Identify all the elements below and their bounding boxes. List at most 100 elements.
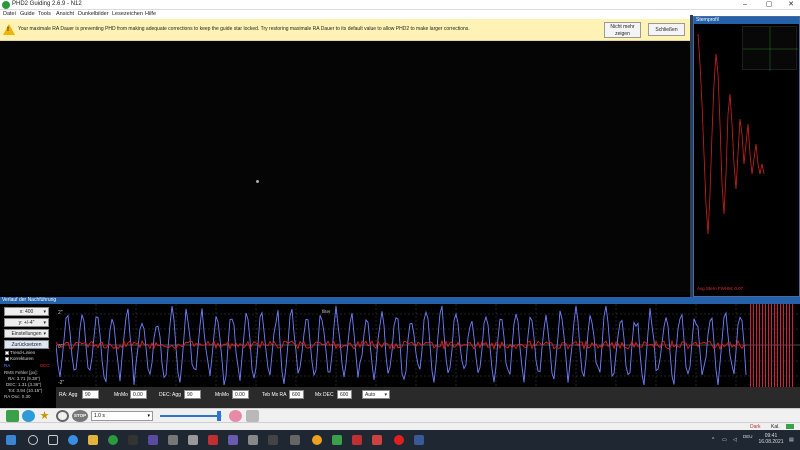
camera-view[interactable] xyxy=(0,41,690,295)
app-taskbar-icon-1[interactable] xyxy=(128,435,138,445)
app-taskbar-icon-6[interactable] xyxy=(228,435,238,445)
corrections-label: Korrekturen xyxy=(10,356,34,361)
dec-minmo-input[interactable]: 0.00 xyxy=(232,390,249,399)
reset-button[interactable]: Zurücksetzen xyxy=(4,340,49,349)
app-taskbar-icon-7[interactable] xyxy=(248,435,258,445)
tray-chevron-icon[interactable]: ^ xyxy=(712,437,714,443)
menu-bookmarks[interactable]: Lesezeichen xyxy=(112,11,143,17)
tray-volume-icon[interactable]: ◁ xyxy=(733,437,737,443)
guide-star[interactable] xyxy=(256,180,259,183)
ra-oscillation: RA Osc: 0.30 xyxy=(4,394,31,399)
y-scale-button[interactable]: y: +/-4" ▾ xyxy=(4,318,49,327)
menu-view[interactable]: Ansicht xyxy=(56,11,74,17)
app-taskbar-icon-12[interactable] xyxy=(352,435,362,445)
maximize-button[interactable]: ▢ xyxy=(758,0,780,10)
minimize-button[interactable]: – xyxy=(734,0,756,10)
axis-marker-label: filter xyxy=(322,309,331,314)
dec-legend: DEC xyxy=(40,363,50,368)
alert-message: Your maximale RA Dauer is preventing PHD… xyxy=(18,26,470,32)
file-explorer-icon[interactable] xyxy=(88,435,98,445)
correction-spike xyxy=(774,304,775,387)
dec-mode-select[interactable]: Auto ▾ xyxy=(362,390,390,399)
edge-browser-icon[interactable] xyxy=(68,435,78,445)
stop-button[interactable]: STOP xyxy=(72,410,88,422)
correction-spike xyxy=(771,304,772,387)
menu-guide[interactable]: Guide xyxy=(20,11,35,17)
correction-spike xyxy=(786,304,787,387)
app-taskbar-icon-9[interactable] xyxy=(290,435,300,445)
dont-show-again-button[interactable]: Nicht mehr zeigen xyxy=(604,22,641,38)
phd2-app-icon xyxy=(2,1,10,9)
loop-exposures-icon[interactable] xyxy=(22,410,35,422)
app-taskbar-icon-13[interactable] xyxy=(372,435,382,445)
guide-history-title: Verlauf der Nachführung xyxy=(0,297,800,304)
app-taskbar-icon-4[interactable] xyxy=(188,435,198,445)
max-dec-input[interactable]: 600 xyxy=(337,390,352,399)
app-taskbar-icon-11[interactable] xyxy=(332,435,342,445)
star-thumbnail xyxy=(742,26,798,71)
dec-agg-input[interactable]: 90 xyxy=(184,390,201,399)
app-taskbar-icon-5[interactable] xyxy=(208,435,218,445)
ra-minmo-input[interactable]: 0.00 xyxy=(130,390,147,399)
corrections-checkbox[interactable] xyxy=(5,357,9,361)
correction-spike xyxy=(792,304,793,387)
brain-settings-icon[interactable] xyxy=(229,410,242,422)
correction-spike xyxy=(789,304,790,387)
guide-graph-svg: 2" 0" -2" filter xyxy=(55,304,800,387)
use-camera-icon[interactable] xyxy=(6,410,19,422)
rms-ra: RA: 3.71 (9.38") xyxy=(8,376,41,381)
y-axis-bottom-label: -2" xyxy=(58,380,64,386)
facebook-icon[interactable] xyxy=(414,435,424,445)
trend-lines-label: Trend-Linien xyxy=(10,350,36,355)
menu-tools[interactable]: Tools xyxy=(38,11,51,17)
menu-help[interactable]: Hilfe xyxy=(145,11,156,17)
exposure-select[interactable]: 1.0 s ▾ xyxy=(91,411,153,421)
app-taskbar-icon-10[interactable] xyxy=(312,435,322,445)
mount-icon[interactable] xyxy=(246,410,259,422)
ra-minmo-label: MnMo xyxy=(114,392,128,398)
correction-spike xyxy=(765,304,766,387)
correction-spike xyxy=(768,304,769,387)
correction-spike xyxy=(750,304,751,387)
dec-minmo-label: MnMo xyxy=(215,392,229,398)
rms-dec: DEC: 1.31 (3.36") xyxy=(6,382,42,387)
app-taskbar-icon-3[interactable] xyxy=(168,435,178,445)
gamma-slider-track[interactable] xyxy=(160,411,222,421)
settings-button[interactable]: Einstellungen ▾ xyxy=(4,329,49,338)
menu-bar: Datei Guide Tools Ansicht Dunkelbilder L… xyxy=(0,10,800,19)
windows-taskbar: ^ ▭ ◁ DEU 09:41 16.08.2021 ▤ xyxy=(0,430,800,450)
guide-crosshair-icon[interactable] xyxy=(56,410,69,422)
max-ra-input[interactable]: 600 xyxy=(289,390,304,399)
task-view-icon[interactable] xyxy=(48,435,58,445)
app-taskbar-icon-8[interactable] xyxy=(268,435,278,445)
guide-history-panel: Verlauf der Nachführung x: 400 ▾ y: +/-4"… xyxy=(0,297,800,408)
phd2-taskbar-icon[interactable] xyxy=(108,435,118,445)
max-ra-label: Teb Mx RA xyxy=(262,392,287,398)
menu-file[interactable]: Datei xyxy=(3,11,16,17)
tray-network-icon[interactable]: ▭ xyxy=(722,437,727,443)
auto-select-star-icon[interactable]: ★ xyxy=(38,410,51,422)
menu-darks[interactable]: Dunkelbilder xyxy=(78,11,109,17)
opera-icon[interactable] xyxy=(394,435,404,445)
alert-bar: ! Your maximale RA Dauer is preventing P… xyxy=(0,19,690,41)
rms-total: Tot: 3.94 (10.15") xyxy=(8,388,43,393)
ra-legend: RA xyxy=(4,363,11,368)
status-bar: Dark Kal. xyxy=(0,422,800,430)
guide-graph[interactable]: 2" 0" -2" filter xyxy=(55,304,800,387)
alert-close-button[interactable]: Schließen xyxy=(648,23,685,36)
correction-spike xyxy=(753,304,754,387)
connection-indicator xyxy=(786,424,794,429)
notification-icon[interactable]: ▤ xyxy=(789,437,794,443)
warning-icon xyxy=(3,24,15,35)
ra-agg-input[interactable]: 90 xyxy=(82,390,99,399)
app-taskbar-icon-2[interactable] xyxy=(148,435,158,445)
x-scale-button[interactable]: x: 400 ▾ xyxy=(4,307,49,316)
search-icon[interactable] xyxy=(28,435,38,445)
gamma-slider-thumb[interactable] xyxy=(216,411,221,421)
taskbar-clock[interactable]: 09:41 16.08.2021 xyxy=(758,433,784,445)
star-profile-title: Sternprofil xyxy=(694,17,799,24)
trend-lines-checkbox[interactable] xyxy=(5,351,9,355)
windows-start-icon[interactable] xyxy=(6,435,16,445)
close-button[interactable]: ✕ xyxy=(780,0,800,10)
dec-agg-label: DEC: Agg xyxy=(159,392,181,398)
